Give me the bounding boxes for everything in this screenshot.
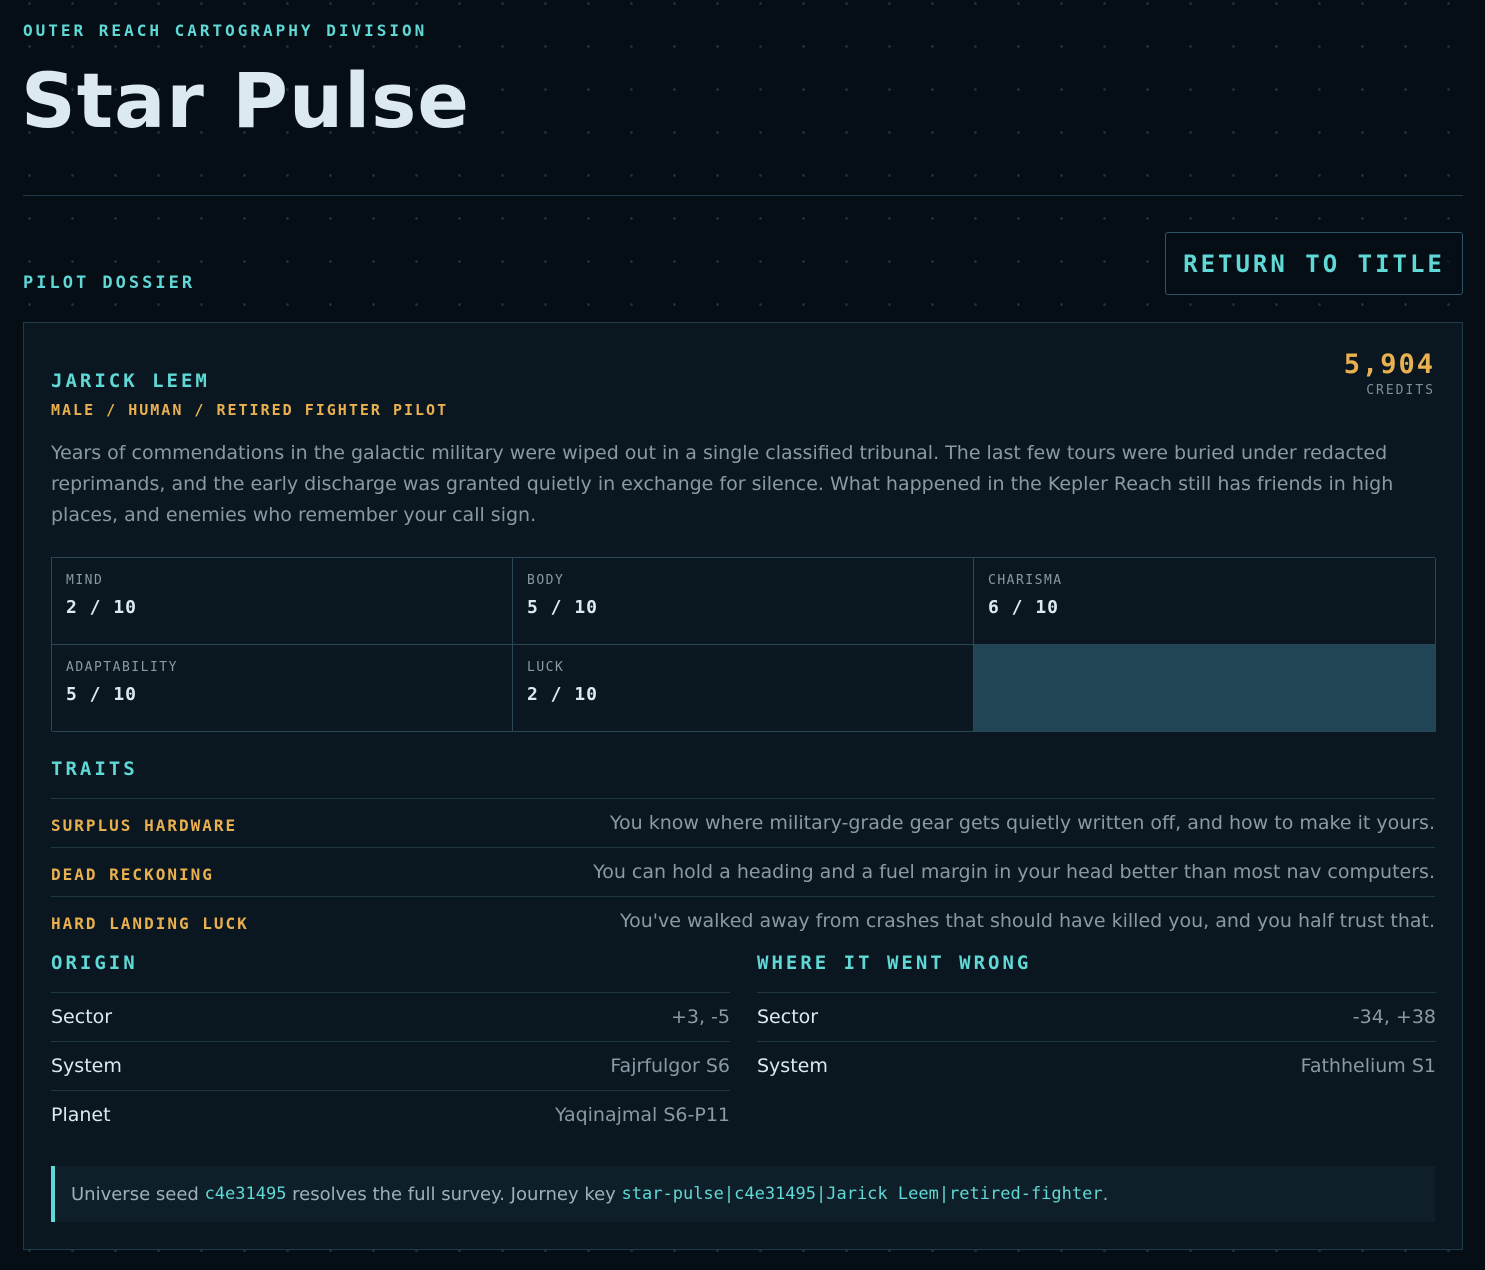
trait-row: DEAD RECKONING You can hold a heading an… bbox=[51, 847, 1435, 896]
pilot-name: JARICK LEEM bbox=[51, 370, 210, 392]
credits-value: 5,904 bbox=[1343, 349, 1435, 380]
origin-row: Planet Yaqinajmal S6-P11 bbox=[51, 1090, 730, 1139]
seed-prefix: Universe seed bbox=[71, 1183, 205, 1205]
stat-body: BODY 5 / 10 bbox=[513, 558, 974, 645]
trait-name: HARD LANDING LUCK bbox=[51, 913, 249, 933]
seed-middle: resolves the full survey. Journey key bbox=[286, 1183, 622, 1205]
stat-label: LUCK bbox=[527, 660, 565, 675]
stat-label: MIND bbox=[66, 573, 104, 588]
where-it-went-wrong-section: WHERE IT WENT WRONG Sector -34, +38 Syst… bbox=[757, 952, 1436, 1090]
trait-description: You know where military-grade gear gets … bbox=[609, 812, 1435, 834]
pilot-subtitle: MALE / HUMAN / RETIRED FIGHTER PILOT bbox=[51, 401, 449, 419]
seed-code: c4e31495 bbox=[204, 1184, 287, 1204]
origin-value: Yaqinajmal S6-P11 bbox=[554, 1104, 730, 1126]
stat-charisma: CHARISMA 6 / 10 bbox=[974, 558, 1436, 645]
origin-heading: ORIGIN bbox=[51, 952, 138, 974]
stat-label: CHARISMA bbox=[988, 573, 1063, 588]
universe-seed-note: Universe seed c4e31495 resolves the full… bbox=[51, 1166, 1435, 1222]
section-label: PILOT DOSSIER bbox=[23, 273, 196, 293]
stat-label: BODY bbox=[527, 573, 565, 588]
stat-value: 6 / 10 bbox=[988, 597, 1060, 618]
wrong-value: -34, +38 bbox=[1352, 1006, 1436, 1028]
wrong-row: Sector -34, +38 bbox=[757, 992, 1436, 1041]
traits-list: SURPLUS HARDWARE You know where military… bbox=[51, 798, 1435, 945]
origin-value: Fajrfulgor S6 bbox=[610, 1055, 730, 1077]
seed-suffix: . bbox=[1102, 1183, 1109, 1205]
journey-key: star-pulse|c4e31495|Jarick Leem|retired-… bbox=[621, 1184, 1103, 1204]
credits-label: CREDITS bbox=[1366, 383, 1435, 398]
pilot-dossier-card: JARICK LEEM MALE / HUMAN / RETIRED FIGHT… bbox=[23, 322, 1463, 1250]
wrong-key: System bbox=[757, 1055, 828, 1077]
trait-row: HARD LANDING LUCK You've walked away fro… bbox=[51, 896, 1435, 945]
pilot-bio: Years of commendations in the galactic m… bbox=[51, 442, 1394, 526]
wrong-key: Sector bbox=[757, 1006, 819, 1028]
stats-grid: MIND 2 / 10 BODY 5 / 10 CHARISMA 6 / 10 … bbox=[51, 557, 1436, 732]
origin-row: System Fajrfulgor S6 bbox=[51, 1041, 730, 1090]
division-label: OUTER REACH CARTOGRAPHY DIVISION bbox=[23, 21, 428, 40]
trait-name: DEAD RECKONING bbox=[51, 864, 214, 884]
stat-value: 5 / 10 bbox=[527, 597, 599, 618]
header-divider bbox=[23, 195, 1463, 196]
stat-value: 5 / 10 bbox=[66, 684, 138, 705]
origin-row: Sector +3, -5 bbox=[51, 992, 730, 1041]
stat-value: 2 / 10 bbox=[66, 597, 138, 618]
origin-value: +3, -5 bbox=[670, 1006, 730, 1028]
origin-key: System bbox=[51, 1055, 122, 1077]
stat-value: 2 / 10 bbox=[527, 684, 599, 705]
stat-adaptability: ADAPTABILITY 5 / 10 bbox=[52, 645, 513, 732]
wrong-value: Fathhelium S1 bbox=[1300, 1055, 1436, 1077]
trait-description: You can hold a heading and a fuel margin… bbox=[593, 861, 1435, 883]
stat-mind: MIND 2 / 10 bbox=[52, 558, 513, 645]
origin-key: Sector bbox=[51, 1006, 113, 1028]
stat-luck: LUCK 2 / 10 bbox=[513, 645, 974, 732]
stat-empty-cell bbox=[974, 645, 1436, 732]
origin-section: ORIGIN Sector +3, -5 System Fajrfulgor S… bbox=[51, 952, 730, 1139]
stat-label: ADAPTABILITY bbox=[66, 660, 178, 675]
origin-key: Planet bbox=[51, 1104, 111, 1126]
trait-description: You've walked away from crashes that sho… bbox=[620, 910, 1435, 932]
traits-heading: TRAITS bbox=[51, 758, 138, 780]
game-title: Star Pulse bbox=[21, 56, 470, 145]
trait-name: SURPLUS HARDWARE bbox=[51, 815, 238, 835]
trait-row: SURPLUS HARDWARE You know where military… bbox=[51, 798, 1435, 847]
return-to-title-button[interactable]: RETURN TO TITLE bbox=[1165, 232, 1463, 295]
wrong-row: System Fathhelium S1 bbox=[757, 1041, 1436, 1090]
where-it-went-wrong-heading: WHERE IT WENT WRONG bbox=[757, 952, 1032, 974]
